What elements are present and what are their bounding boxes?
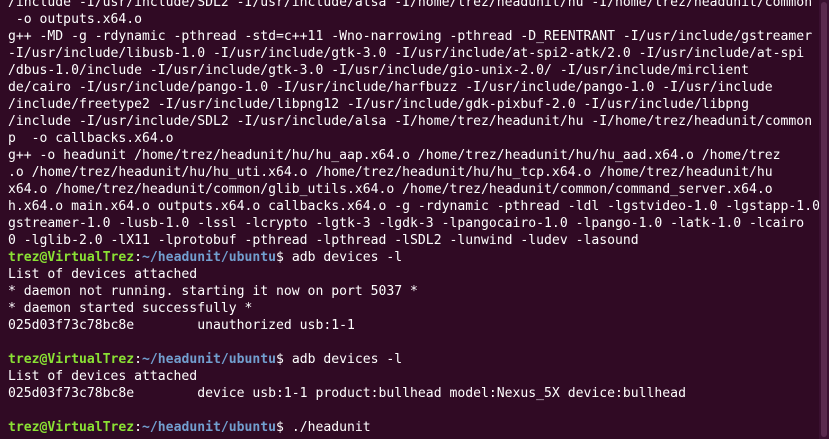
prompt-separator: :: [134, 420, 143, 435]
prompt-path: ~/headunit/ubuntu: [142, 250, 277, 265]
prompt-symbol: $: [276, 420, 284, 435]
output-line: * daemon not running. starting it now on…: [8, 284, 418, 299]
prompt-user: trez@VirtualTrez: [8, 352, 135, 367]
output-line: List of devices attached: [8, 369, 198, 384]
output-line: /include -I/usr/include/SDL2 -I/usr/incl…: [8, 0, 813, 10]
output-line: -I/usr/include/libusb-1.0 -I/usr/include…: [8, 46, 805, 61]
output-line: List of devices attached: [8, 267, 198, 282]
prompt-symbol: $: [276, 352, 284, 367]
output-line: g++ -o headunit /home/trez/headunit/hu/h…: [8, 148, 781, 163]
prompt-separator: :: [134, 250, 143, 265]
prompt-command: adb devices -l: [283, 250, 403, 265]
prompt-line: trez@VirtualTrez:~/headunit/ubuntu$ ./he…: [8, 419, 819, 436]
output-line: x64.o /home/trez/headunit/common/glib_ut…: [8, 182, 773, 197]
prompt-line: trez@VirtualTrez:~/headunit/ubuntu$ adb …: [8, 351, 819, 368]
output-line: -o outputs.x64.o: [8, 12, 143, 27]
output-line: /dbus-1.0/include -I/usr/include/gtk-3.0…: [8, 63, 750, 78]
output-line: 025d03f73c78bc8e device usb:1-1 product:…: [8, 386, 686, 401]
prompt-command: adb devices -l: [283, 352, 403, 367]
output-line: 025d03f73c78bc8e unauthorized usb:1-1: [8, 318, 355, 333]
prompt-command: ./headunit: [283, 420, 371, 435]
prompt-path: ~/headunit/ubuntu: [142, 420, 277, 435]
prompt-symbol: $: [276, 250, 284, 265]
output-line: h.x64.o main.x64.o outputs.x64.o callbac…: [8, 199, 819, 214]
output-line: /include -I/usr/include/SDL2 -I/usr/incl…: [8, 114, 813, 129]
output-line: /include/freetype2 -I/usr/include/libpng…: [8, 97, 750, 112]
prompt-line: trez@VirtualTrez:~/headunit/ubuntu$ adb …: [8, 249, 819, 266]
output-line: de/cairo -I/usr/include/pango-1.0 -I/usr…: [8, 80, 773, 95]
prompt-user: trez@VirtualTrez: [8, 250, 135, 265]
output-line: * daemon started successfully *: [8, 301, 253, 316]
output-line: .o /home/trez/headunit/hu/hu_uti.x64.o /…: [8, 165, 773, 180]
terminal-scrollbar[interactable]: [819, 0, 829, 439]
prompt-user: trez@VirtualTrez: [8, 420, 135, 435]
output-line: 0 -lglib-2.0 -lX11 -lprotobuf -pthread -…: [8, 233, 639, 248]
prompt-separator: :: [134, 352, 143, 367]
output-line: p -o callbacks.x64.o: [8, 131, 174, 146]
terminal-output[interactable]: /include -I/usr/include/SDL2 -I/usr/incl…: [8, 0, 819, 436]
output-line: g++ -MD -g -rdynamic -pthread -std=c++11…: [8, 29, 813, 44]
scrollbar-thumb[interactable]: [821, 2, 827, 437]
prompt-path: ~/headunit/ubuntu: [142, 352, 277, 367]
terminal-window[interactable]: /include -I/usr/include/SDL2 -I/usr/incl…: [0, 0, 829, 439]
output-line: gstreamer-1.0 -lusb-1.0 -lssl -lcrypto -…: [8, 216, 805, 231]
